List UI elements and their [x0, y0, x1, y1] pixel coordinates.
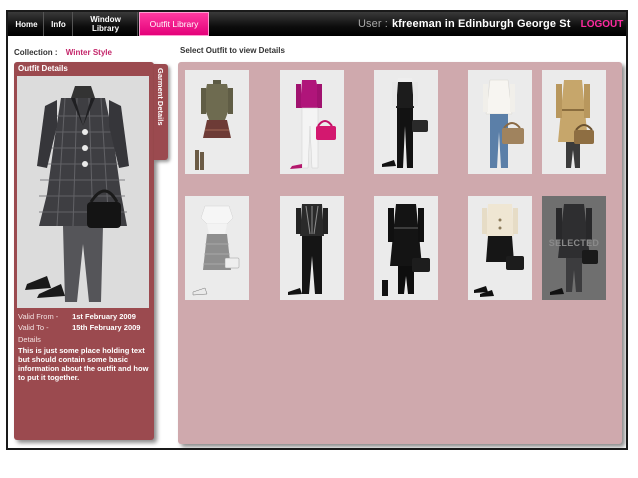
select-outfit-prompt: Select Outfit to view Details [180, 46, 285, 55]
outfit-cream-jacket-black-skirt-icon [474, 204, 524, 297]
outfit-magenta-top-white-trousers-icon [290, 80, 336, 169]
valid-to-label: Valid To - [18, 323, 49, 332]
valid-from-row: Valid From - 1st February 2009 [18, 312, 136, 321]
details-label: Details [18, 335, 41, 344]
outfit-white-shirt-tweed-skirt-icon [192, 205, 240, 296]
outfit-tile[interactable] [542, 70, 606, 174]
nav-outfit-library-tab-active[interactable]: Outfit Library [139, 12, 209, 36]
outfit-grid-panel: SELECTED [178, 62, 622, 444]
outfit-tile[interactable] [468, 196, 532, 300]
user-label: User : [358, 18, 388, 30]
outfit-details-panel: Outfit Details Valid From - 1st February… [14, 62, 154, 440]
valid-from-label: Valid From - [18, 312, 59, 321]
grey-check-coat-outfit-icon [17, 76, 149, 308]
user-name: kfreeman in Edinburgh George St [391, 18, 571, 30]
outfit-black-belted-coat-icon [382, 204, 430, 296]
outfit-tile[interactable] [185, 70, 249, 174]
logout-button[interactable]: LOGOUT [580, 12, 624, 36]
top-nav-bar: Home Info Window Library Outfit Library … [8, 12, 626, 36]
nav-info-button[interactable]: Info [45, 12, 73, 36]
garment-details-tab[interactable]: Garment Details [154, 64, 168, 160]
outfit-tile[interactable] [468, 70, 532, 174]
outfit-tile[interactable] [374, 70, 438, 174]
outfit-details-title: Outfit Details [18, 64, 68, 73]
outfit-patterned-top-black-trousers-icon [288, 204, 328, 295]
outfit-tile[interactable] [280, 70, 344, 174]
outfit-white-blouse-jeans-icon [483, 79, 524, 168]
outfit-olive-jacket-plaid-skirt-icon [195, 80, 233, 170]
details-text: This is just some place holding text but… [18, 346, 149, 382]
outfit-grey-check-coat-icon [550, 204, 598, 295]
collection-row: Collection : Winter Style [14, 48, 112, 57]
outfit-tile[interactable] [280, 196, 344, 300]
nav-window-library-label-2: Library [91, 24, 120, 33]
nav-home-button[interactable]: Home [10, 12, 44, 36]
outfit-black-waistcoat-trousers-icon [382, 78, 428, 168]
valid-from-value: 1st February 2009 [72, 312, 136, 321]
outfit-tile-selected[interactable]: SELECTED [542, 196, 606, 300]
outfit-large-image [17, 76, 149, 308]
selected-label: SELECTED [548, 238, 600, 248]
outfit-camel-trench-coat-icon [556, 80, 594, 168]
nav-window-library-label-1: Window [90, 15, 121, 24]
outfit-tile[interactable] [185, 196, 249, 300]
user-info: User : kfreeman in Edinburgh George St [358, 12, 570, 36]
garment-details-tab-label: Garment Details [156, 68, 165, 126]
valid-to-value: 15th February 2009 [72, 323, 141, 332]
outfit-tile[interactable] [374, 196, 438, 300]
collection-label: Collection : [14, 48, 58, 57]
valid-to-row: Valid To - 15th February 2009 [18, 323, 140, 332]
outfit-library-app: Home Info Window Library Outfit Library … [6, 10, 628, 450]
collection-value-link[interactable]: Winter Style [66, 48, 112, 57]
nav-window-library-button[interactable]: Window Library [74, 12, 138, 36]
